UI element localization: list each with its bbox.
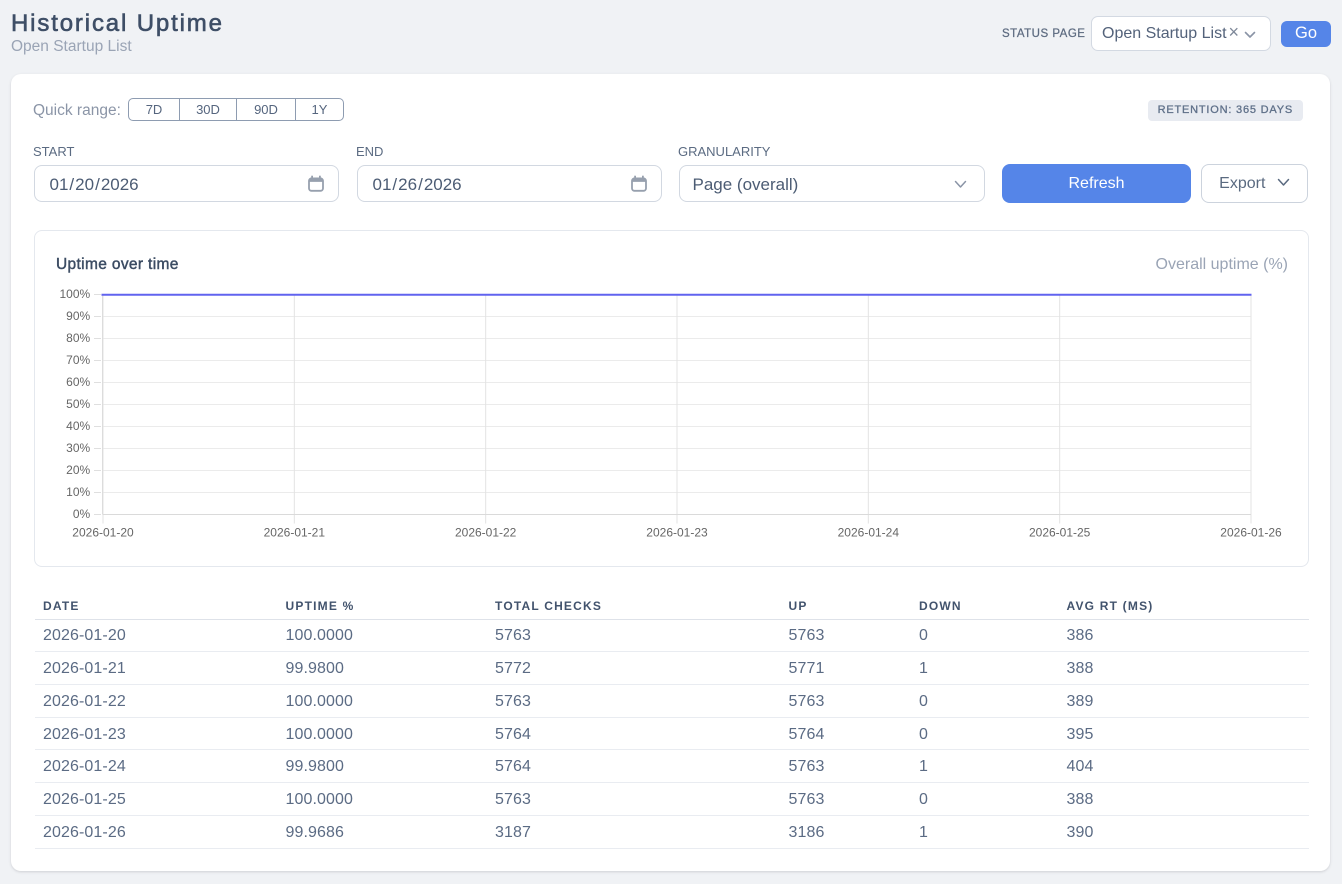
svg-text:2026-01-21: 2026-01-21 xyxy=(264,525,326,539)
svg-text:30%: 30% xyxy=(66,441,90,455)
svg-text:2026-01-23: 2026-01-23 xyxy=(646,525,708,539)
svg-text:80%: 80% xyxy=(66,331,90,345)
svg-text:70%: 70% xyxy=(66,353,90,367)
svg-text:10%: 10% xyxy=(66,485,90,499)
svg-text:2026-01-24: 2026-01-24 xyxy=(838,525,900,539)
svg-text:40%: 40% xyxy=(66,419,90,433)
svg-text:2026-01-26: 2026-01-26 xyxy=(1220,525,1282,539)
svg-text:2026-01-25: 2026-01-25 xyxy=(1029,525,1091,539)
svg-text:2026-01-22: 2026-01-22 xyxy=(455,525,517,539)
svg-text:20%: 20% xyxy=(66,463,90,477)
svg-text:50%: 50% xyxy=(66,397,90,411)
svg-text:90%: 90% xyxy=(66,309,90,323)
svg-text:60%: 60% xyxy=(66,375,90,389)
svg-text:0%: 0% xyxy=(73,507,91,521)
svg-text:2026-01-20: 2026-01-20 xyxy=(72,525,134,539)
svg-text:100%: 100% xyxy=(59,287,90,301)
